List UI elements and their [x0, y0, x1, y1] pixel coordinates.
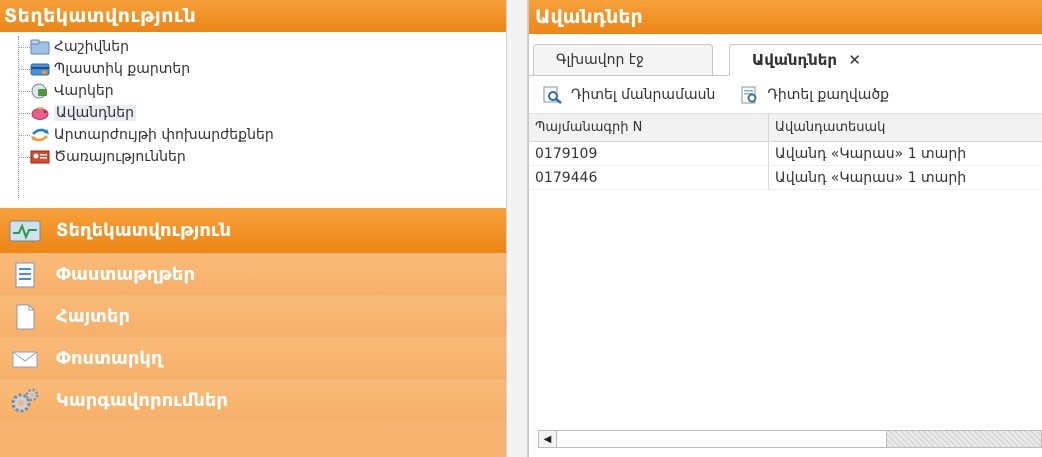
- tree-item-deposits[interactable]: Ավանդներ: [0, 102, 506, 124]
- view-details-button[interactable]: Դիտել մանրամասն: [543, 86, 715, 104]
- tree-item-label: Արտարժույթի փոխարժեքներ: [54, 127, 274, 143]
- app-window: Տեղեկատվություն Հաշիվներ Պլաստիկ քարտեր: [0, 0, 1042, 457]
- monitor-chart-icon: [8, 216, 42, 246]
- folder-icon: [30, 39, 50, 55]
- nav-item-label: Տեղեկատվություն: [56, 220, 232, 241]
- navigation-tree: Հաշիվներ Պլաստիկ քարտեր Վարկեր Ավանդներ: [0, 32, 506, 208]
- exchange-arrows-icon: [30, 127, 50, 143]
- tree-item-services[interactable]: Ծառայություններ: [0, 146, 506, 168]
- tree-item-exchange-rates[interactable]: Արտարժույթի փոխարժեքներ: [0, 124, 506, 146]
- tree-item-loans[interactable]: Վարկեր: [0, 80, 506, 102]
- view-statement-button[interactable]: Դիտել քաղվածք: [739, 86, 889, 104]
- tree-item-label: Հաշիվներ: [54, 39, 130, 55]
- envelope-icon: [8, 344, 42, 374]
- contract-number-cell: 0179446: [529, 166, 769, 189]
- close-icon[interactable]: ✕: [848, 51, 861, 69]
- loan-icon: [30, 83, 50, 99]
- nav-item-label: Փաստաթղթեր: [56, 264, 196, 285]
- nav-item-label: Փոստարկղ: [56, 348, 163, 369]
- nav-item-label: Կարգավորումներ: [56, 390, 229, 411]
- contract-number-cell: 0179109: [529, 142, 769, 165]
- services-icon: [30, 149, 50, 165]
- nav-item-mailbox[interactable]: Փոստարկղ: [0, 338, 506, 380]
- column-header-contract-number[interactable]: Պայմանագրի N: [529, 114, 769, 141]
- horizontal-scrollbar[interactable]: ◀: [538, 430, 1042, 448]
- table-row[interactable]: 0179109 Ավանդ «Կարաս» 1 տարի: [529, 142, 1042, 166]
- table-row[interactable]: 0179446 Ավանդ «Կարաս» 1 տարի: [529, 166, 1042, 190]
- nav-item-label: Հայտեր: [56, 306, 131, 327]
- nav-item-information[interactable]: Տեղեկատվություն: [0, 208, 506, 254]
- tab-label: Գլխավոր էջ: [556, 52, 644, 68]
- nav-item-settings[interactable]: Կարգավորումներ: [0, 380, 506, 422]
- nav-item-requests[interactable]: Հայտեր: [0, 296, 506, 338]
- nav-empty-area: [0, 422, 506, 457]
- gears-icon: [8, 386, 42, 416]
- tree-item-accounts[interactable]: Հաշիվներ: [0, 36, 506, 58]
- tree-item-label: Ավանդներ: [54, 105, 137, 121]
- table-header: Պայմանագրի N Ավանդատեսակ: [529, 114, 1042, 142]
- view-statement-label: Դիտել քաղվածք: [767, 86, 890, 103]
- magnifier-document-icon: [543, 86, 563, 104]
- right-panel: Ավանդներ Գլխավոր էջ Ավանդներ ✕ Դիտել ման…: [528, 0, 1042, 457]
- piggy-bank-icon: [30, 105, 50, 121]
- scrollbar-track[interactable]: [887, 431, 1041, 447]
- statement-icon: [739, 86, 759, 104]
- panel-splitter[interactable]: [506, 0, 528, 457]
- tab-deposits[interactable]: Ավանդներ ✕: [729, 44, 1042, 76]
- nav-item-documents[interactable]: Փաստաթղթեր: [0, 254, 506, 296]
- scrollbar-thumb[interactable]: [557, 431, 887, 447]
- documents-icon: [8, 260, 42, 290]
- credit-card-icon: [30, 61, 50, 77]
- tree-item-plastic-cards[interactable]: Պլաստիկ քարտեր: [0, 58, 506, 80]
- view-details-label: Դիտել մանրամասն: [571, 86, 716, 103]
- left-panel: Տեղեկատվություն Հաշիվներ Պլաստիկ քարտեր: [0, 0, 506, 457]
- left-panel-title: Տեղեկատվություն: [0, 0, 506, 32]
- column-header-deposit-type[interactable]: Ավանդատեսակ: [769, 114, 1042, 141]
- tree-item-label: Պլաստիկ քարտեր: [54, 61, 191, 77]
- deposit-type-cell: Ավանդ «Կարաս» 1 տարի: [775, 170, 967, 186]
- tree-item-label: Վարկեր: [54, 83, 114, 99]
- tab-home-page[interactable]: Գլխավոր էջ: [533, 44, 713, 76]
- scroll-left-arrow-icon[interactable]: ◀: [539, 431, 557, 447]
- deposits-table: Պայմանագրի N Ավանդատեսակ 0179109 Ավանդ «…: [529, 114, 1042, 190]
- toolbar: Դիտել մանրամասն Դիտել քաղվածք: [529, 76, 1042, 114]
- deposit-type-cell: Ավանդ «Կարաս» 1 տարի: [775, 146, 967, 162]
- tab-bar: Գլխավոր էջ Ավանդներ ✕: [529, 34, 1042, 76]
- tab-label: Ավանդներ: [752, 51, 838, 69]
- right-panel-title: Ավանդներ: [529, 0, 1042, 34]
- main-navigation: Տեղեկատվություն Փաստաթղթեր Հայտեր Փոստար…: [0, 208, 506, 457]
- page-icon: [8, 302, 42, 332]
- tree-item-label: Ծառայություններ: [54, 149, 186, 165]
